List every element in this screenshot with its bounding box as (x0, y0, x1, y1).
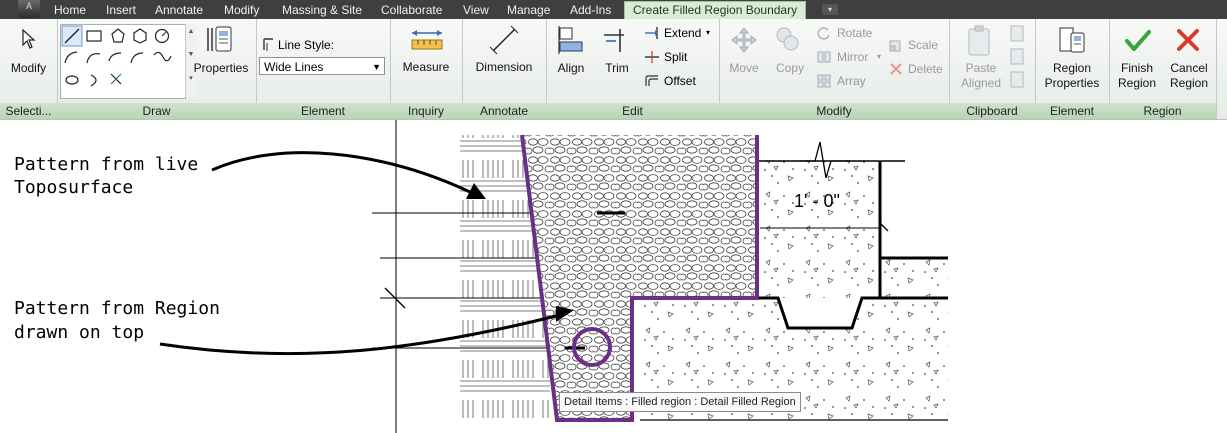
measure-button[interactable]: Measure (390, 60, 462, 75)
clipboard-small-icons (1010, 25, 1024, 88)
select-panel: Modify Selecti... (0, 19, 58, 119)
tab-home[interactable]: Home (54, 2, 86, 19)
measure-icon (411, 30, 443, 50)
line-style-icon (263, 38, 273, 51)
modify-button[interactable]: Modify (0, 61, 57, 76)
line-style-label: Line Style: (278, 38, 335, 52)
annotate-panel: Dimension Annotate (462, 19, 547, 119)
trim-icon (604, 29, 624, 52)
line-style-value: Wide Lines (264, 60, 324, 74)
ribbon-tab-bar: A Home Insert Annotate Modify Massing & … (0, 0, 1227, 20)
draw-panel: ▲ ▼ ▾ Properties Draw (57, 19, 257, 119)
element-panel: Line Style: Wide Lines ▼ Element (256, 19, 391, 119)
chevron-down-icon: ▼ (372, 62, 381, 72)
drawing-canvas[interactable]: Pattern from live Toposurface Pattern fr… (0, 120, 1227, 433)
element-tooltip: Detail Items : Filled region : Detail Fi… (559, 392, 801, 412)
region-properties-icon (1059, 27, 1085, 53)
rotate-icon (817, 27, 830, 40)
annotate-panel-title[interactable]: Annotate (462, 103, 546, 119)
dimension-button[interactable]: Dimension (462, 60, 546, 75)
leader-arrow-1 (211, 151, 471, 194)
tab-view[interactable]: View (463, 2, 489, 19)
array-button[interactable]: Array (837, 74, 866, 89)
minimize-ribbon-icon[interactable]: ▾ (822, 4, 838, 15)
cancel-region-label-2[interactable]: Region (1163, 76, 1215, 91)
edit-panel: Align Trim Extend ▾ Split Offset Edit (546, 19, 720, 119)
cancel-region-label-1[interactable]: Cancel (1163, 61, 1215, 76)
clipboard-panel: Paste Aligned Clipboard (949, 19, 1036, 119)
draw-tools-gallery (60, 24, 186, 99)
dimension-icon (489, 25, 519, 55)
annotation-2-line-1: Pattern from Region (14, 298, 220, 319)
tab-insert[interactable]: Insert (106, 2, 136, 19)
split-button[interactable]: Split (664, 50, 687, 65)
extend-dropdown-icon[interactable]: ▾ (706, 25, 710, 40)
rotate-button[interactable]: Rotate (837, 26, 872, 41)
region-properties-label-2[interactable]: Properties (1035, 76, 1109, 91)
paste-label[interactable]: Paste (953, 61, 1009, 76)
copy-button[interactable]: Copy (767, 61, 813, 76)
modify-panel-title[interactable]: Modify (719, 103, 949, 119)
concrete-area-upper (757, 160, 880, 298)
paste-aligned-icon (968, 25, 990, 56)
region-element-panel: Region Properties Element (1035, 19, 1110, 119)
region-properties-label-1[interactable]: Region (1035, 61, 1109, 76)
annotation-2-line-2: drawn on top (14, 322, 145, 343)
tab-create-filled-region-boundary[interactable]: Create Filled Region Boundary (624, 1, 807, 20)
finish-region-label-2[interactable]: Region (1111, 76, 1163, 91)
region-element-panel-title[interactable]: Element (1035, 103, 1109, 119)
properties-button[interactable]: Properties (191, 61, 251, 76)
tab-add-ins[interactable]: Add-Ins (570, 2, 611, 19)
edit-panel-title[interactable]: Edit (546, 103, 719, 119)
ribbon: Modify Selecti... ▲ ▼ ▾ Properties Draw … (0, 19, 1227, 120)
scale-button[interactable]: Scale (908, 38, 938, 53)
mirror-dropdown-icon[interactable]: ▾ (877, 49, 881, 64)
annotation-1-line-1: Pattern from live (14, 154, 199, 175)
finish-region-label-1[interactable]: Finish (1111, 61, 1163, 76)
application-menu-button[interactable]: A (18, 0, 40, 18)
draw-tools-icons (61, 25, 172, 87)
offset-icon (645, 75, 658, 86)
tab-collaborate[interactable]: Collaborate (381, 2, 442, 19)
trim-button[interactable]: Trim (596, 61, 638, 76)
tab-annotate[interactable]: Annotate (155, 2, 203, 19)
tab-manage[interactable]: Manage (507, 2, 550, 19)
element-panel-title[interactable]: Element (256, 103, 390, 119)
move-icon (731, 27, 757, 53)
mirror-button[interactable]: Mirror (837, 50, 868, 65)
split-icon (645, 51, 659, 63)
paste-aligned-label[interactable]: Aligned (953, 76, 1009, 91)
align-button[interactable]: Align (546, 61, 596, 76)
annotation-1-line-2: Toposurface (14, 177, 134, 198)
copy-icon (776, 27, 799, 51)
draw-panel-title[interactable]: Draw (57, 103, 256, 119)
tab-massing-site[interactable]: Massing & Site (282, 2, 362, 19)
delete-icon (890, 63, 902, 75)
offset-button[interactable]: Offset (664, 74, 696, 89)
dimension-text[interactable]: 1' - 0" (794, 191, 840, 212)
cancel-x-icon (1177, 29, 1199, 51)
inquiry-panel-title[interactable]: Inquiry (390, 103, 462, 119)
delete-button[interactable]: Delete (908, 62, 943, 77)
array-icon (817, 74, 831, 88)
region-panel-title[interactable]: Region (1109, 103, 1216, 119)
extend-icon (645, 27, 658, 39)
cursor-arrow-icon (22, 28, 36, 49)
modify-panel: Move Copy Rotate Mirror ▾ Array Scale De… (719, 19, 950, 119)
tab-modify[interactable]: Modify (224, 2, 259, 19)
select-panel-title[interactable]: Selecti... (0, 103, 57, 119)
clipboard-panel-title[interactable]: Clipboard (949, 103, 1035, 119)
scale-icon (889, 40, 901, 52)
line-style-dropdown[interactable]: Wide Lines ▼ (259, 57, 385, 75)
finish-check-icon (1125, 30, 1151, 51)
inquiry-panel: Measure Inquiry (390, 19, 463, 119)
mirror-icon (817, 51, 831, 63)
extend-button[interactable]: Extend (664, 26, 701, 41)
region-panel: Finish Region Cancel Region Region (1109, 19, 1217, 119)
properties-icon (207, 26, 232, 52)
move-button[interactable]: Move (719, 61, 769, 76)
align-icon (558, 26, 583, 54)
